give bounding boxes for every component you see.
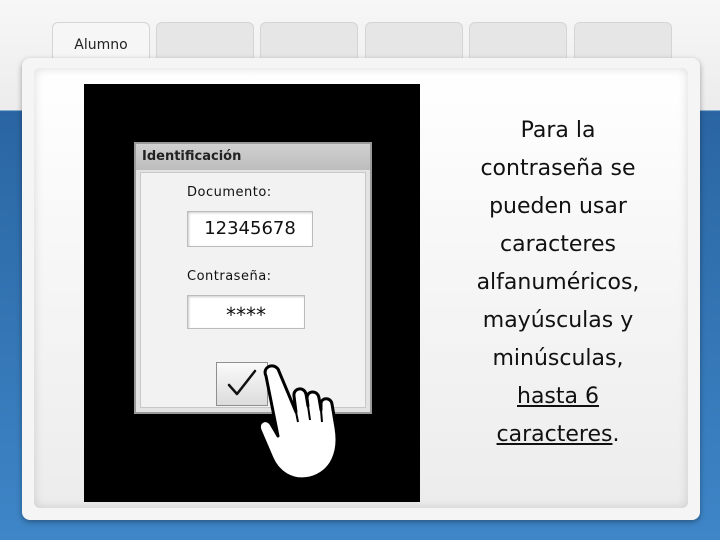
caption-line: pueden usar xyxy=(489,194,627,219)
login-screenshot: Identificación Documento: 12345678 Contr… xyxy=(84,84,420,502)
pointing-hand-icon xyxy=(257,364,339,481)
instruction-text: Para la contraseña se pueden usar caract… xyxy=(446,112,670,454)
dialog-title: Identificación xyxy=(136,144,370,170)
caption-line: mayúsculas y xyxy=(482,308,634,333)
tab-alumno[interactable]: Alumno xyxy=(52,22,150,58)
tab-6[interactable] xyxy=(574,22,672,58)
tab-4[interactable] xyxy=(365,22,463,58)
caption-line: alfanuméricos, xyxy=(476,270,640,295)
tab-3[interactable] xyxy=(260,22,358,58)
caption-line: Para la xyxy=(520,118,596,143)
caption-line-last: caracteres. xyxy=(446,416,670,454)
caption-line: caracteres xyxy=(500,232,616,257)
documento-label: Documento: xyxy=(187,185,272,200)
password-field[interactable]: **** xyxy=(187,295,305,329)
password-label: Contraseña: xyxy=(187,269,272,284)
tab-5[interactable] xyxy=(469,22,567,58)
tab-2[interactable] xyxy=(156,22,254,58)
caption-line: contraseña se xyxy=(480,156,636,181)
caption-line: hasta 6 xyxy=(517,384,599,409)
documento-field[interactable]: 12345678 xyxy=(187,211,313,247)
caption-period: . xyxy=(612,422,620,447)
caption-line: minúsculas, xyxy=(492,346,624,371)
caption-underlined: caracteres xyxy=(496,422,613,447)
